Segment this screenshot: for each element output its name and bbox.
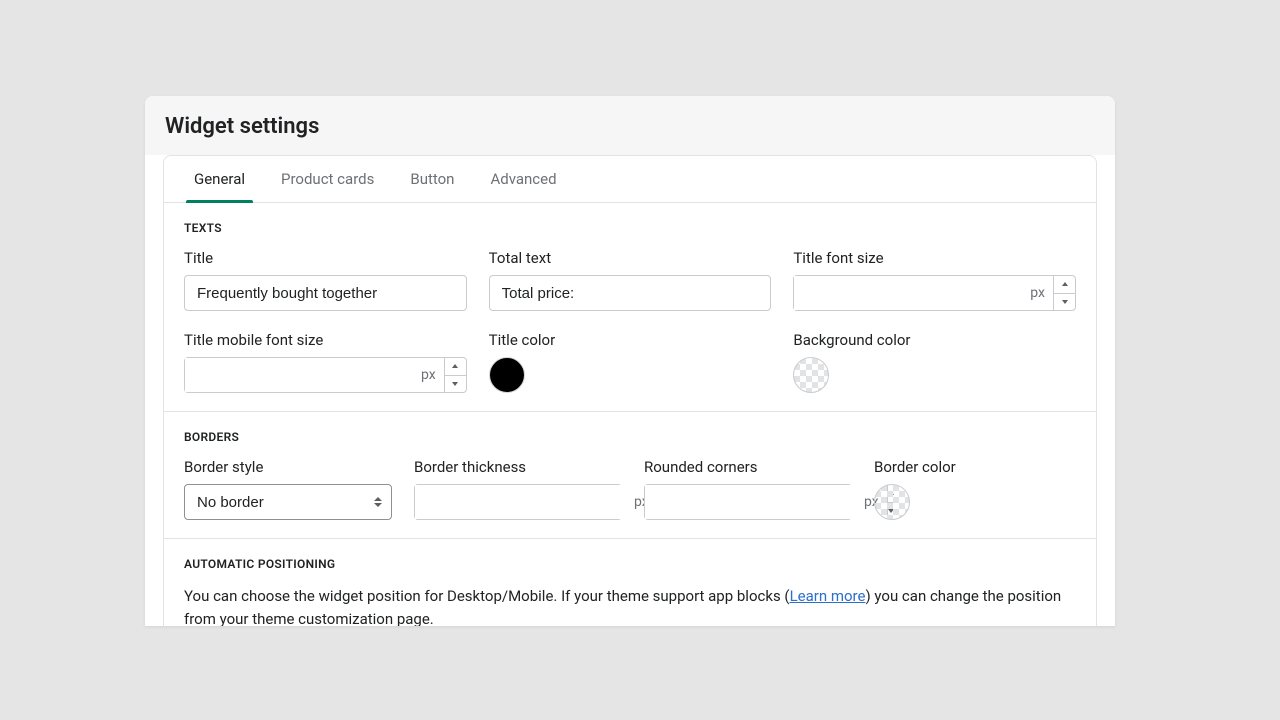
input-rounded-corners[interactable]: [645, 485, 864, 519]
field-title: Title: [184, 249, 467, 311]
section-heading-texts: Texts: [184, 221, 1076, 235]
unit-px: px: [1030, 285, 1053, 301]
swatch-border-color[interactable]: [874, 484, 910, 520]
panel-header: Widget settings: [145, 96, 1115, 155]
label-background-color: Background color: [793, 331, 1076, 349]
label-border-style: Border style: [184, 458, 392, 476]
tabs: General Product cards Button Advanced: [164, 156, 1096, 203]
positioning-description: You can choose the widget position for D…: [184, 585, 1076, 626]
section-positioning: Automatic positioning You can choose the…: [164, 539, 1096, 626]
step-down[interactable]: [1054, 294, 1075, 311]
select-border-style-wrap: No border: [184, 484, 392, 520]
field-border-style: Border style No border: [184, 458, 392, 520]
swatch-title-color[interactable]: [489, 357, 525, 393]
number-rounded-corners: px: [644, 484, 852, 520]
positioning-text-before: You can choose the widget position for D…: [184, 587, 790, 605]
label-border-thickness: Border thickness: [414, 458, 622, 476]
field-title-mobile-font-size: Title mobile font size px: [184, 331, 467, 393]
page-title: Widget settings: [165, 114, 1095, 139]
swatch-background-color[interactable]: [793, 357, 829, 393]
unit-px: px: [421, 367, 444, 383]
chevron-down-icon: [452, 382, 458, 386]
number-title-mobile-font-size: px: [184, 357, 467, 393]
input-border-thickness[interactable]: [415, 485, 634, 519]
field-border-color: Border color: [874, 458, 994, 520]
chevron-up-icon: [452, 364, 458, 368]
field-background-color: Background color: [793, 331, 1076, 393]
tab-advanced[interactable]: Advanced: [472, 156, 574, 202]
field-total-text: Total text: [489, 249, 772, 311]
label-title: Title: [184, 249, 467, 267]
label-title-font-size: Title font size: [793, 249, 1076, 267]
label-rounded-corners: Rounded corners: [644, 458, 852, 476]
section-heading-positioning: Automatic positioning: [184, 557, 1076, 571]
chevron-up-icon: [1062, 282, 1068, 286]
section-heading-borders: Borders: [184, 430, 1076, 444]
input-title-font-size[interactable]: [794, 276, 1030, 310]
field-title-font-size: Title font size px: [793, 249, 1076, 311]
field-title-color: Title color: [489, 331, 772, 393]
tab-general[interactable]: General: [176, 156, 263, 202]
step-up[interactable]: [445, 358, 466, 376]
input-total-text[interactable]: [489, 275, 772, 311]
settings-panel: Widget settings General Product cards Bu…: [145, 96, 1115, 626]
number-border-thickness: px ✕: [414, 484, 622, 520]
select-border-style[interactable]: No border: [184, 484, 392, 520]
stepper-title-font-size: [1053, 276, 1075, 310]
tab-product-cards[interactable]: Product cards: [263, 156, 392, 202]
input-title[interactable]: [184, 275, 467, 311]
stepper-title-mobile-font-size: [444, 358, 466, 392]
field-border-thickness: Border thickness px ✕: [414, 458, 622, 520]
number-title-font-size: px: [793, 275, 1076, 311]
chevron-down-icon: [1062, 300, 1068, 304]
label-total-text: Total text: [489, 249, 772, 267]
field-rounded-corners: Rounded corners px: [644, 458, 852, 520]
label-border-color: Border color: [874, 458, 994, 476]
tab-button[interactable]: Button: [392, 156, 472, 202]
section-texts: Texts Title Total text Title font size p…: [164, 203, 1096, 412]
input-title-mobile-font-size[interactable]: [185, 358, 421, 392]
label-title-mobile-font-size: Title mobile font size: [184, 331, 467, 349]
learn-more-link[interactable]: Learn more: [790, 587, 866, 605]
step-up[interactable]: [1054, 276, 1075, 294]
label-title-color: Title color: [489, 331, 772, 349]
step-down[interactable]: [445, 376, 466, 393]
settings-card: General Product cards Button Advanced Te…: [163, 155, 1097, 626]
section-borders: Borders Border style No border Border th…: [164, 412, 1096, 539]
